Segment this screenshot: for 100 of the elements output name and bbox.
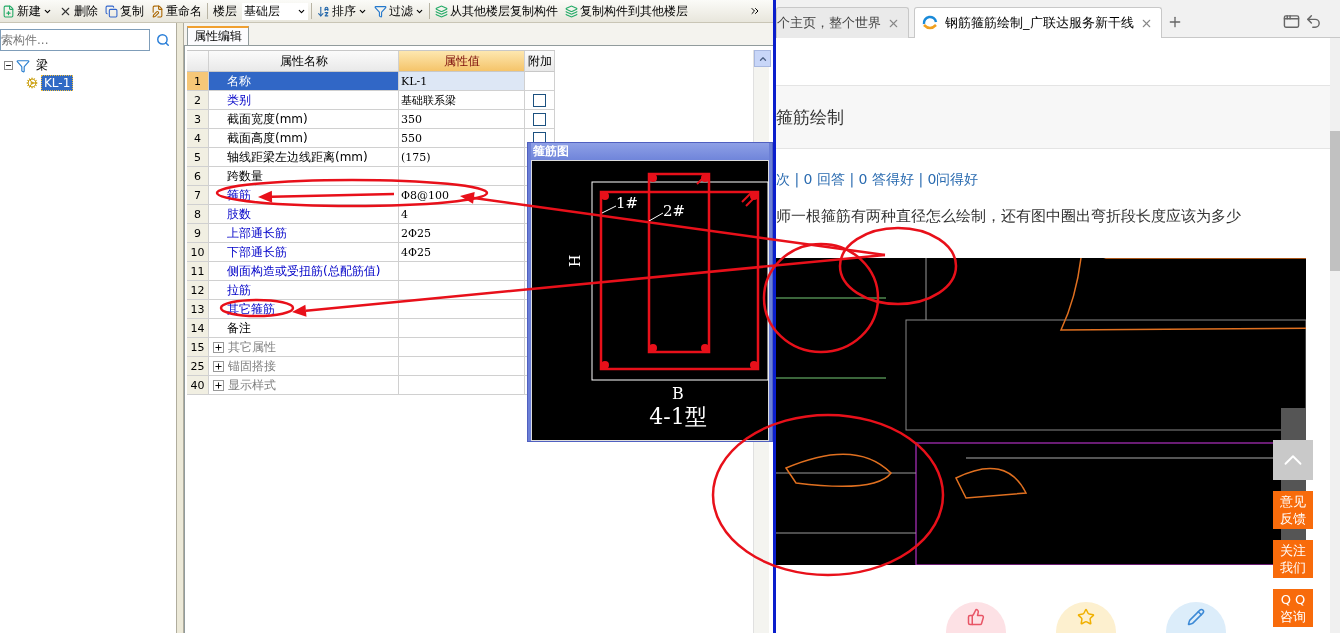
checkbox[interactable] — [533, 93, 546, 107]
property-value[interactable] — [399, 167, 525, 186]
property-name[interactable]: 备注 — [209, 319, 399, 338]
property-value[interactable] — [399, 300, 525, 319]
dialog-title: 箍筋图 — [531, 143, 769, 160]
property-value[interactable]: 2Φ25 — [399, 224, 525, 243]
thumbs-up-icon — [967, 608, 985, 626]
search-field[interactable]: 索构件... — [0, 29, 150, 51]
toolbar-button[interactable]: 从其他楼层复制构件 — [433, 1, 560, 21]
diagram-type-label: 4-1型 — [649, 404, 707, 429]
property-value[interactable]: 550 — [399, 129, 525, 148]
row-number: 3 — [187, 110, 209, 129]
stirrup-label: 1# — [616, 194, 639, 212]
collapse-toggle[interactable] — [4, 61, 13, 70]
property-value[interactable]: 基础联系梁 — [399, 91, 525, 110]
property-value[interactable]: KL-1 — [399, 72, 525, 91]
dimension-label: B — [672, 384, 684, 403]
toolbar-button[interactable]: 重命名 — [149, 1, 204, 21]
stirrup-label: 2# — [663, 202, 686, 220]
property-name[interactable]: 类别 — [209, 91, 399, 110]
toolbar-button[interactable]: 复制 — [103, 1, 146, 21]
browser-logo-icon — [921, 14, 939, 32]
floor-select[interactable]: 基础层 — [242, 2, 308, 20]
row-number: 1 — [187, 72, 209, 91]
toolbar-icon — [317, 4, 330, 18]
toolbar-icon — [151, 4, 164, 18]
row-number: 12 — [187, 281, 209, 300]
toolbar-button[interactable]: 复制构件到其他楼层 — [563, 1, 690, 21]
row-number: 15 — [187, 338, 209, 357]
plus-icon — [214, 342, 223, 352]
page-title: 箍筋绘制 — [776, 105, 844, 129]
toolbar-button[interactable]: 过滤 — [372, 1, 426, 21]
gear-icon — [26, 76, 38, 89]
browser-tab[interactable]: 个主页，整个世界 — [776, 7, 909, 38]
pencil-icon — [1187, 608, 1205, 626]
row-number: 9 — [187, 224, 209, 243]
toolbar-button[interactable]: 新建 — [0, 1, 54, 21]
toolbar-icon — [374, 4, 387, 18]
property-name[interactable]: 侧面构造或受扭筋(总配筋值) — [209, 262, 399, 281]
row-number: 5 — [187, 148, 209, 167]
splitter[interactable] — [177, 23, 184, 633]
row-number: 25 — [187, 357, 209, 376]
question-stats[interactable]: 次 | 0 回答 | 0 答得好 | 0问得好 — [776, 171, 1330, 189]
property-name[interactable]: 显示样式 — [209, 376, 399, 395]
checkbox[interactable] — [533, 112, 546, 126]
property-value[interactable]: 4Φ25 — [399, 243, 525, 262]
search-icon — [156, 33, 170, 47]
leader-line — [648, 212, 664, 222]
toolbar-icon — [565, 4, 578, 18]
leader-line — [601, 205, 617, 214]
floor-label: 楼层 — [212, 2, 238, 20]
row-number: 14 — [187, 319, 209, 338]
window-icon — [1283, 13, 1300, 30]
question-text: 师一根箍筋有两种直径怎么绘制，还有图中圈出弯折段长度应该为多少 — [776, 207, 1242, 226]
property-name[interactable]: 下部通长筋 — [209, 243, 399, 262]
expand-toggle[interactable] — [213, 379, 224, 391]
undo-icon — [1305, 13, 1322, 30]
toolbar-icon — [435, 4, 448, 18]
row-number: 13 — [187, 300, 209, 319]
tree-item[interactable]: 梁 — [33, 56, 51, 75]
property-name[interactable]: 截面高度(mm) — [209, 129, 399, 148]
row-number: 4 — [187, 129, 209, 148]
row-number: 2 — [187, 91, 209, 110]
toolbar-button[interactable]: 删除 — [57, 1, 100, 21]
more-icon[interactable] — [749, 5, 761, 17]
property-name[interactable]: 上部通长筋 — [209, 224, 399, 243]
property-name[interactable]: 锚固搭接 — [209, 357, 399, 376]
toolbar-button[interactable]: 排序 — [315, 1, 369, 21]
column-header: 属性值 — [399, 51, 525, 72]
row-number: 10 — [187, 243, 209, 262]
minus-icon — [5, 62, 12, 69]
dimension-label: H — [567, 254, 583, 268]
row-number: 40 — [187, 376, 209, 395]
column-header: 属性名称 — [209, 51, 399, 72]
property-name[interactable]: 肢数 — [209, 205, 399, 224]
tree-item[interactable]: KL-1 — [41, 74, 74, 91]
row-number: 8 — [187, 205, 209, 224]
panel-tab[interactable]: 属性编辑 — [187, 26, 249, 45]
plus-icon — [214, 380, 223, 390]
property-name[interactable]: 名称 — [209, 72, 399, 91]
property-name[interactable]: 轴线距梁左边线距离(mm) — [209, 148, 399, 167]
property-value[interactable]: 350 — [399, 110, 525, 129]
property-name[interactable]: 其它属性 — [209, 338, 399, 357]
property-name[interactable]: 拉筋 — [209, 281, 399, 300]
row-number: 6 — [187, 167, 209, 186]
expand-toggle[interactable] — [213, 341, 224, 353]
beam-icon — [16, 58, 30, 73]
property-name[interactable]: 截面宽度(mm) — [209, 110, 399, 129]
column-header: 附加 — [525, 51, 555, 72]
expand-toggle[interactable] — [213, 360, 224, 372]
property-value[interactable]: (175) — [399, 148, 525, 167]
star-icon — [1077, 608, 1095, 626]
browser-tab[interactable]: 钢筋箍筋绘制_广联达服务新干线 — [914, 7, 1162, 38]
row-number: 7 — [187, 186, 209, 205]
toolbar-icon — [105, 4, 118, 18]
property-value[interactable]: 4 — [399, 205, 525, 224]
plus-icon — [214, 361, 223, 371]
toolbar-icon — [2, 4, 15, 18]
row-number: 11 — [187, 262, 209, 281]
scrollbar[interactable] — [1330, 38, 1340, 633]
